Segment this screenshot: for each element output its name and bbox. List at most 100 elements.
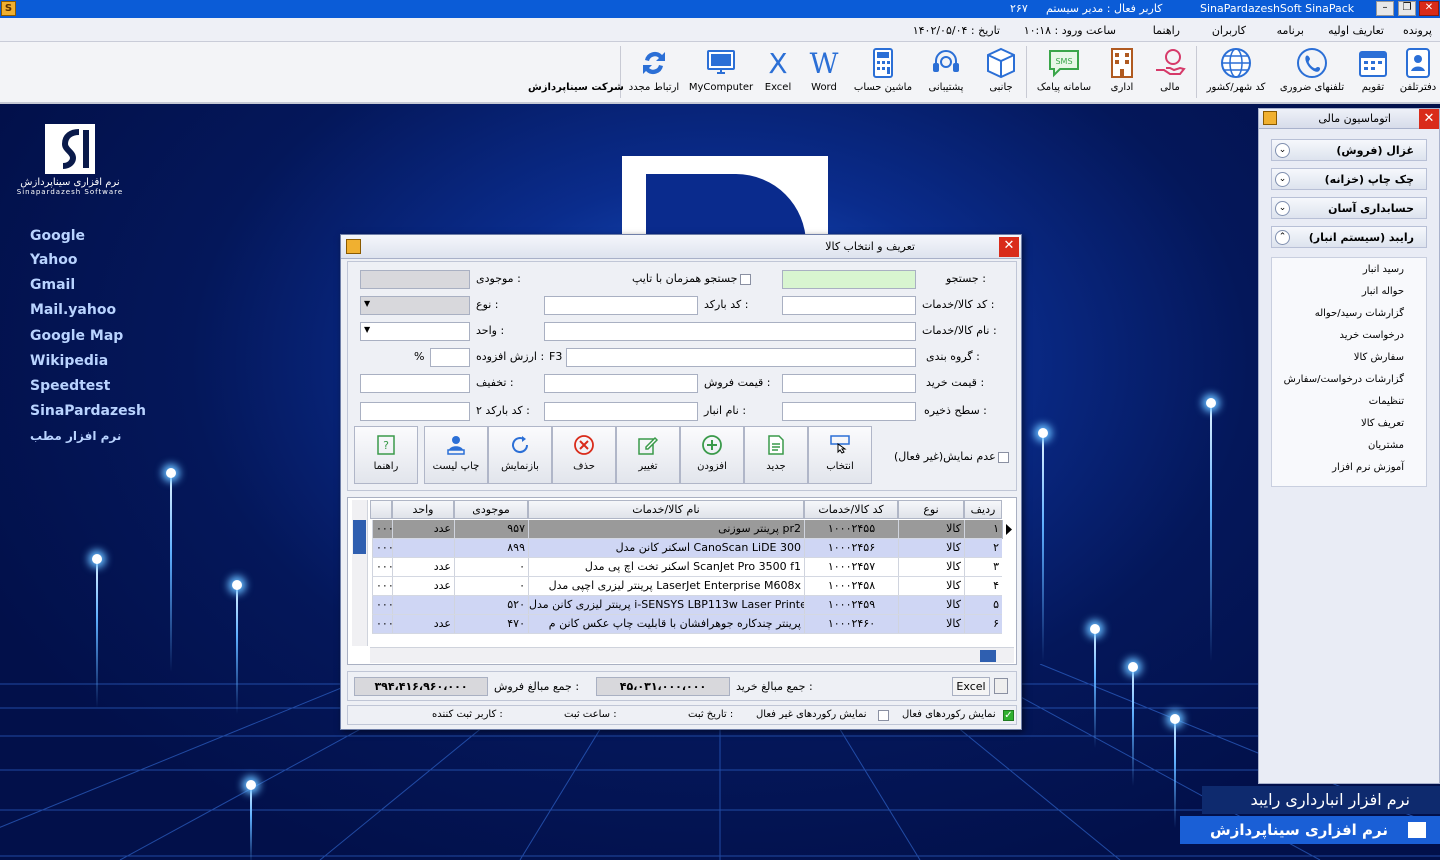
link-google[interactable]: Google [30, 228, 85, 244]
col-type[interactable]: نوع [898, 500, 964, 519]
delete-icon [574, 435, 594, 455]
inactive-checkbox[interactable] [998, 452, 1009, 463]
link-mail-yahoo[interactable]: Mail.yahoo [30, 302, 116, 318]
menu-users[interactable]: کاربران [1212, 24, 1246, 37]
link-wikipedia[interactable]: Wikipedia [30, 353, 108, 369]
menu-help[interactable]: راهنما [1153, 24, 1180, 37]
print-list-button[interactable]: چاپ لیست [424, 426, 488, 484]
menu-item-order-reports[interactable]: گزارشات درخواست/سفارش [1284, 374, 1404, 385]
col-code[interactable]: کد کالا/خدمات [804, 500, 898, 519]
reorder-input[interactable] [782, 402, 916, 421]
minimize-button[interactable]: – [1376, 1, 1394, 16]
col-row[interactable]: ردیف [964, 500, 1002, 519]
menu-item-training[interactable]: آموزش نرم افزار [1332, 462, 1404, 473]
discount-input[interactable] [360, 374, 470, 393]
excel-export-button[interactable]: Excel [952, 677, 990, 696]
refresh-button[interactable]: بازنمایش [488, 426, 552, 484]
link-gmail[interactable]: Gmail [30, 277, 75, 293]
support-button[interactable]: پشتیبانی [920, 44, 972, 100]
edit-button[interactable]: تغییر [616, 426, 680, 484]
col-name[interactable]: نام کالا/خدمات [528, 500, 804, 519]
table-row[interactable]: ۴ کالا ۱۰۰۰۲۴۵۸ پرینتر لیزری اچپی مدل La… [372, 577, 1002, 596]
table-row[interactable]: ۳ کالا ۱۰۰۰۲۴۵۷ اسکنر تخت اچ پی مدل Scan… [372, 558, 1002, 577]
word-button[interactable]: W Word [804, 44, 844, 100]
menu-item-customers[interactable]: مشتریان [1368, 440, 1404, 451]
vertical-scrollbar[interactable] [352, 500, 368, 646]
link-google-map[interactable]: Google Map [30, 328, 123, 344]
new-button[interactable]: جدید [744, 426, 808, 484]
col-unit[interactable]: واحد [392, 500, 454, 519]
city-code-button[interactable]: کد شهر/کشور [1200, 44, 1272, 100]
link-clinic-software[interactable]: نرم افزار مطب [30, 429, 121, 443]
chevron-down-icon: ⌄ [1275, 172, 1290, 187]
type-select[interactable]: ▼ [360, 296, 470, 315]
section-check-print[interactable]: چک چاپ (خزانه) ⌄ [1271, 168, 1427, 190]
menu-program[interactable]: برنامه [1277, 24, 1304, 37]
finance-button[interactable]: مالی [1150, 44, 1190, 100]
search-typing-checkbox[interactable] [740, 274, 751, 285]
menu-item-settings[interactable]: تنظیمات [1369, 396, 1404, 407]
panel-close-button[interactable]: ✕ [1419, 109, 1439, 129]
menu-item-purchase-request[interactable]: درخواست خرید [1339, 330, 1404, 341]
unit-select[interactable]: ▼ [360, 322, 470, 341]
barcode2-input[interactable] [360, 402, 470, 421]
calculator-icon[interactable] [994, 678, 1008, 694]
menu-file[interactable]: پرونده [1403, 24, 1432, 37]
help-button[interactable]: ? راهنما [354, 426, 418, 484]
menu-item-dispatch[interactable]: حواله انبار [1362, 286, 1404, 297]
section-easy-accounting[interactable]: حسابداری آسان ⌄ [1271, 197, 1427, 219]
table-row[interactable]: ۱ کالا ۱۰۰۰۲۴۵۵ پرینتر سوزنی pr2 ۹۵۷ عدد… [372, 520, 1002, 539]
warehouse-input[interactable] [544, 402, 698, 421]
stock-label: موجودی : [476, 272, 521, 285]
calendar-button[interactable]: تقویم [1352, 44, 1394, 100]
name-input[interactable] [544, 322, 916, 341]
mycomputer-button[interactable]: MyComputer [686, 44, 756, 100]
link-yahoo[interactable]: Yahoo [30, 252, 78, 268]
dialog-close-button[interactable]: ✕ [999, 237, 1019, 257]
table-row[interactable]: ۵ کالا ۱۰۰۰۲۴۵۹ پرینتر لیزری کانن مدل i-… [372, 596, 1002, 615]
search-input[interactable] [782, 270, 916, 289]
sell-price-input[interactable] [544, 374, 698, 393]
calculator-button[interactable]: ماشین حساب [848, 44, 918, 100]
code-input[interactable] [782, 296, 916, 315]
horizontal-scrollbar[interactable] [370, 647, 1014, 663]
buy-price-input[interactable] [782, 374, 916, 393]
vat-input[interactable] [430, 348, 470, 367]
menu-item-receipt-reports[interactable]: گزارشات رسید/حواله [1315, 308, 1404, 319]
restore-button[interactable]: ❐ [1398, 1, 1416, 16]
col-stock[interactable]: موجودی [454, 500, 528, 519]
print-users-icon [447, 436, 465, 455]
menu-item-receipt[interactable]: رسید انبار [1363, 264, 1404, 275]
scroll-thumb[interactable] [353, 520, 366, 554]
light-pole [232, 580, 242, 714]
table-row[interactable]: ۲ کالا ۱۰۰۰۲۴۵۶ اسکنر کانن مدل CanoScan … [372, 539, 1002, 558]
excel-button[interactable]: X Excel [760, 44, 796, 100]
menu-definitions[interactable]: تعاریف اولیه [1328, 24, 1384, 37]
emergency-phones-button[interactable]: تلفنهای ضروری [1276, 44, 1348, 100]
delete-button[interactable]: حذف [552, 426, 616, 484]
group-f3-key[interactable]: F3 [549, 350, 562, 363]
office-button[interactable]: اداری [1102, 44, 1142, 100]
add-button[interactable]: افزودن [680, 426, 744, 484]
current-date: تاریخ : ۱۴۰۲/۰۵/۰۴ [912, 24, 1000, 37]
barcode-input[interactable] [544, 296, 698, 315]
table-row[interactable]: ۶ کالا ۱۰۰۰۲۴۶۰ پرینتر چندکاره جوهرافشان… [372, 615, 1002, 634]
select-button[interactable]: انتخاب [808, 426, 872, 484]
show-inactive-checkbox[interactable] [878, 710, 889, 721]
link-speedtest[interactable]: Speedtest [30, 378, 110, 394]
menu-item-define-goods[interactable]: تعریف کالا [1361, 418, 1404, 429]
scroll-thumb[interactable] [980, 650, 996, 662]
sms-button[interactable]: SMS سامانه پیامک [1030, 44, 1098, 100]
group-select[interactable] [566, 348, 916, 367]
section-ghazal-sales[interactable]: غزال (فروش) ⌄ [1271, 139, 1427, 161]
link-sinapardazesh[interactable]: SinaPardazesh [30, 403, 146, 419]
phonebook-button[interactable]: دفترتلفن [1396, 44, 1440, 100]
light-pole [1206, 398, 1216, 662]
show-active-checkbox[interactable]: ✓ [1003, 710, 1014, 721]
reg-date-label: تاریخ ثبت : [688, 709, 734, 720]
close-button[interactable]: ✕ [1419, 1, 1439, 16]
menu-item-order[interactable]: سفارش کالا [1354, 352, 1404, 363]
section-raybod-warehouse[interactable]: رایبد (سیستم انبار) ⌃ [1271, 226, 1427, 248]
reconnect-button[interactable]: ارتباط مجدد [624, 44, 684, 100]
accessories-button[interactable]: جانبی [980, 44, 1022, 100]
